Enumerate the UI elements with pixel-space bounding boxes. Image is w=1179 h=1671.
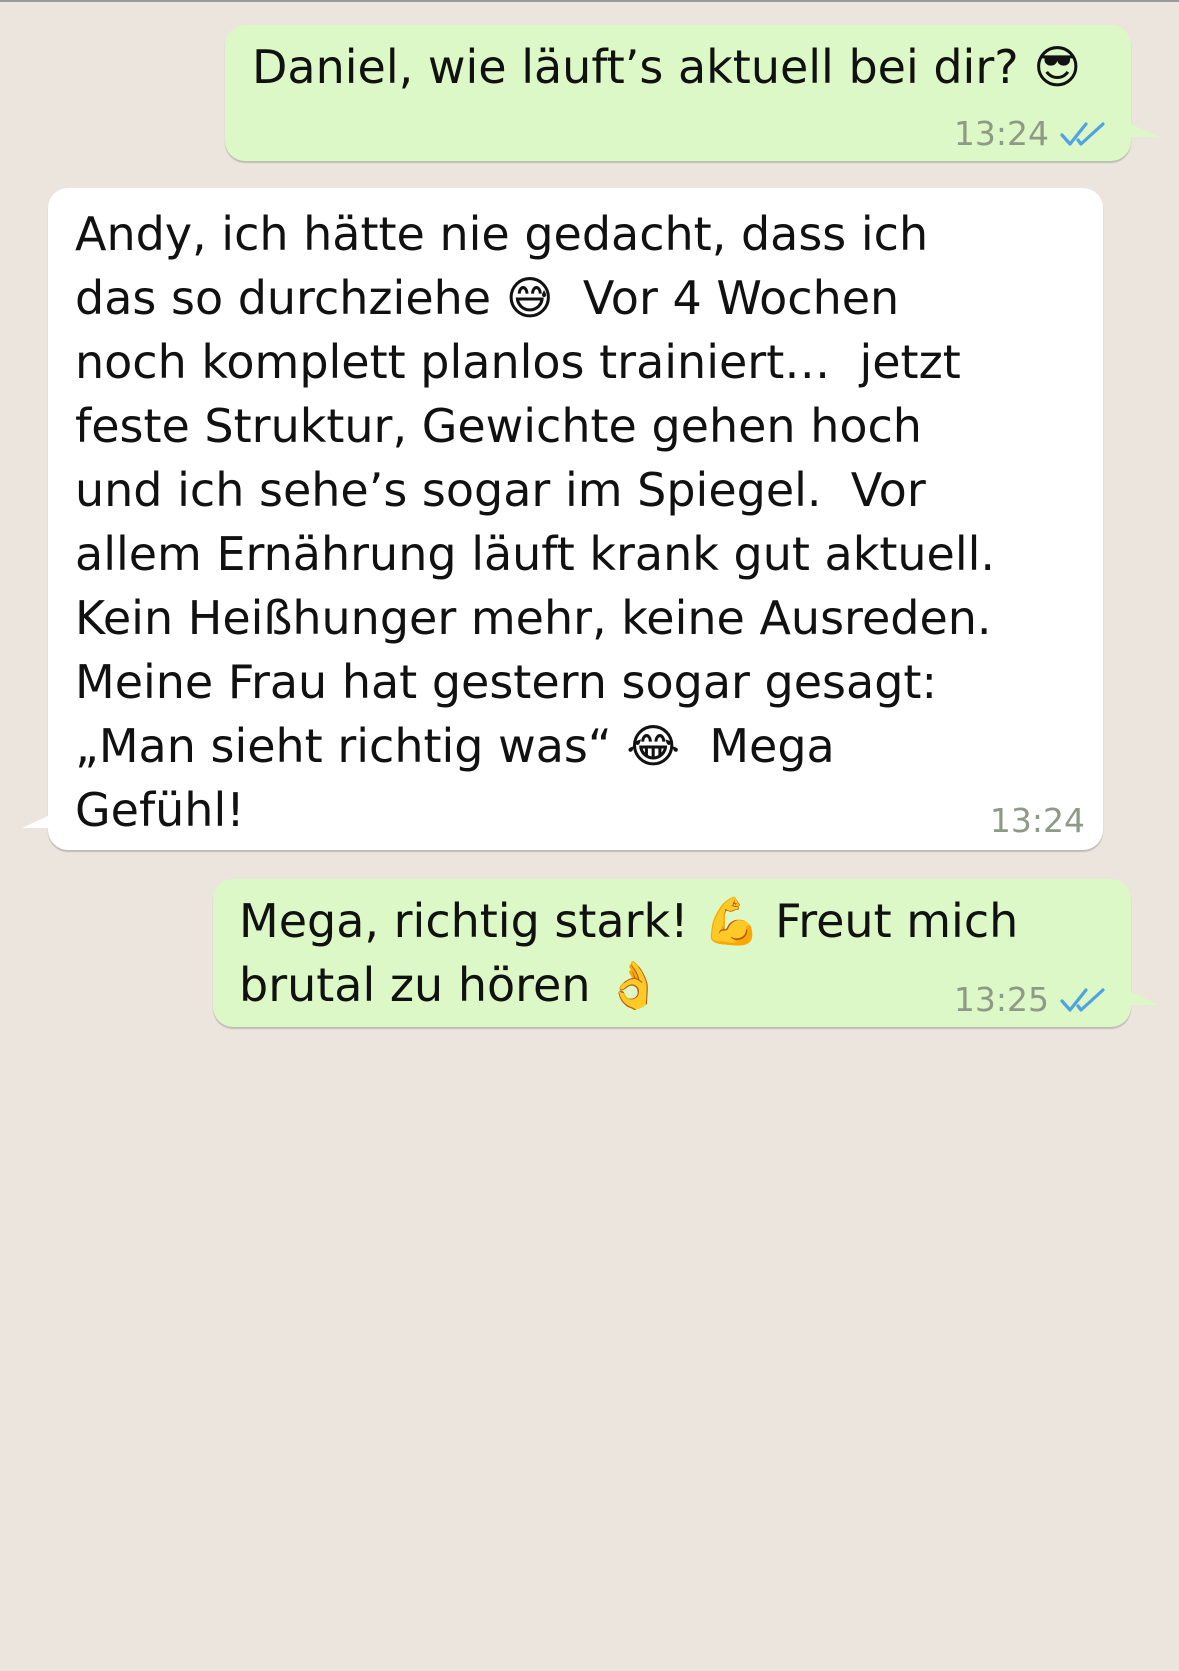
message-timestamp: 13:24 bbox=[953, 114, 1049, 153]
bubble-tail bbox=[1129, 123, 1159, 137]
message-text-line: das so durchziehe 😅 Vor 4 Wochen bbox=[75, 271, 900, 325]
message-timestamp: 13:24 bbox=[989, 801, 1085, 840]
bubble-tail bbox=[22, 814, 52, 828]
double-check-read-icon bbox=[1059, 986, 1107, 1014]
message-text-line: Mega, richtig stark! 💪 Freut mich bbox=[239, 894, 1019, 948]
double-check-read-icon bbox=[1059, 120, 1107, 148]
bubble-tail bbox=[1129, 991, 1159, 1005]
message-meta: 13:24 bbox=[990, 801, 1085, 840]
message-text-line: „Man sieht richtig was“ 😂 Mega bbox=[75, 719, 835, 773]
message-text-line: feste Struktur, Gewichte gehen hoch bbox=[75, 399, 922, 453]
message-bubble-outgoing[interactable]: Mega, richtig stark! 💪 Freut mich brutal… bbox=[213, 879, 1159, 1027]
message-meta: 13:25 bbox=[954, 980, 1107, 1019]
message-text-line: Daniel, wie läuft’s aktuell bei dir? 😎 bbox=[252, 40, 1082, 94]
message-text-line: Kein Heißhunger mehr, keine Ausreden. bbox=[75, 591, 992, 645]
message-text-line: und ich sehe’s sogar im Spiegel. Vor bbox=[75, 463, 926, 517]
message-text-line: allem Ernährung läuft krank gut aktuell. bbox=[75, 527, 996, 581]
message-text-line: Gefühl! bbox=[75, 783, 245, 837]
top-divider bbox=[0, 0, 1179, 2]
message-text-line: Meine Frau hat gestern sogar gesagt: bbox=[75, 655, 937, 709]
message-text-line: brutal zu hören 👌 bbox=[239, 958, 663, 1012]
message-text-line: Andy, ich hätte nie gedacht, dass ich bbox=[75, 207, 929, 261]
message-timestamp: 13:25 bbox=[953, 980, 1049, 1019]
message-bubble-incoming[interactable]: Andy, ich hätte nie gedacht, dass ich da… bbox=[22, 188, 1103, 850]
message-meta: 13:24 bbox=[954, 114, 1107, 153]
message-bubble-outgoing[interactable]: Daniel, wie läuft’s aktuell bei dir? 😎 1… bbox=[225, 25, 1159, 161]
message-text-line: noch komplett planlos trainiert… jetzt bbox=[75, 335, 961, 389]
